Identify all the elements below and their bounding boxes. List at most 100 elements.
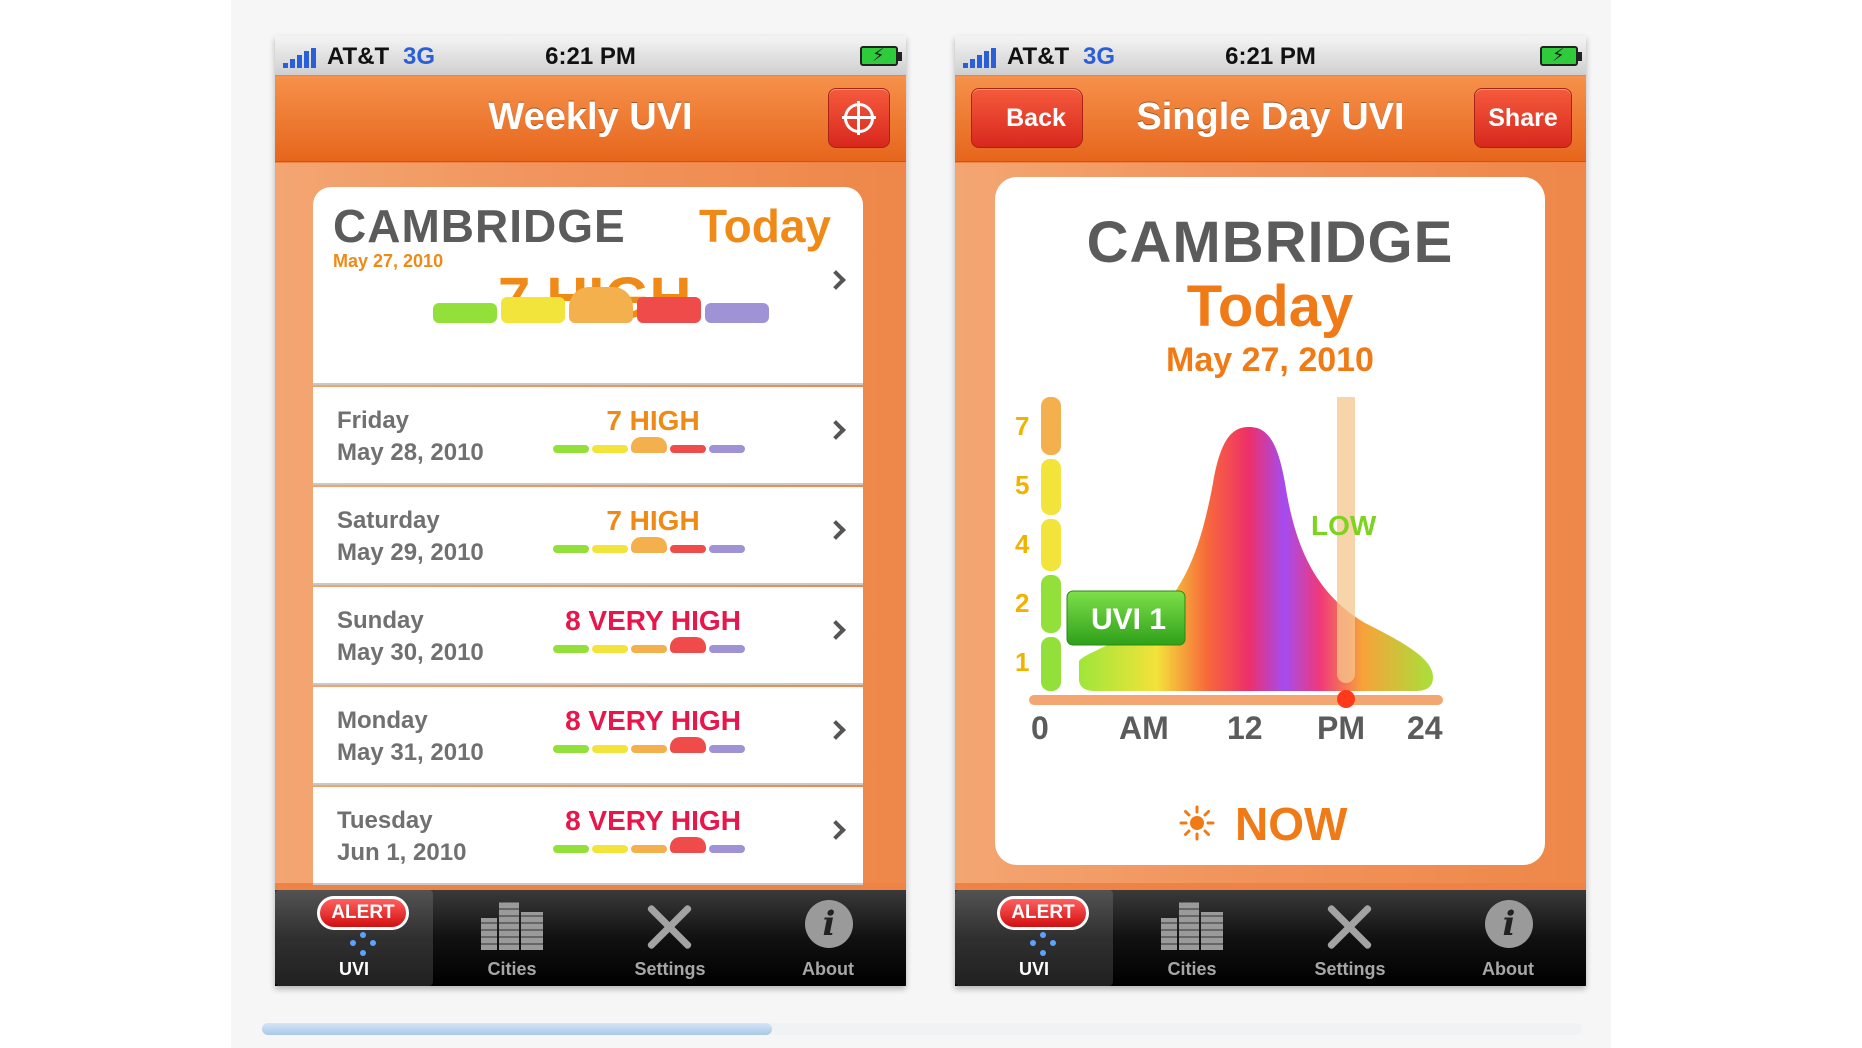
day-name: Tuesday	[337, 807, 433, 834]
uvi-scale-segment	[709, 845, 745, 853]
clock: 6:21 PM	[545, 43, 636, 70]
uvi-scale-segment	[553, 645, 589, 653]
tools-icon	[639, 900, 699, 954]
uvi-scale-segment	[709, 745, 745, 753]
tab-label: About	[1482, 959, 1534, 979]
chevron-right-icon	[826, 270, 846, 290]
uvi-scale-segment	[670, 445, 706, 453]
day-name: Monday	[337, 707, 428, 734]
day-date: May 28, 2010	[337, 439, 484, 466]
y-tick: 5	[1015, 470, 1029, 500]
locate-button[interactable]	[828, 88, 890, 148]
uvi-scale-segment	[592, 645, 628, 653]
chevron-right-icon	[826, 620, 846, 640]
share-button[interactable]: Share	[1474, 88, 1572, 148]
day-name: Friday	[337, 407, 410, 434]
battery-icon: ⚡	[1540, 45, 1582, 66]
alert-badge: ALERT	[317, 896, 409, 930]
uvi-scale-segment	[569, 287, 633, 323]
info-icon: i	[1485, 900, 1533, 948]
x-axis	[1029, 695, 1443, 705]
uvi-scale-segment	[631, 437, 667, 453]
uvi-day-chart: 7 5 4 2 1 LOW UVI 1 0 AM 12 PM 24	[1015, 397, 1443, 746]
uvi-scale-segment	[670, 837, 706, 853]
day-row[interactable]: Tuesday Jun 1, 2010 8 VERY HIGH	[313, 787, 863, 885]
day-uvi: 8 VERY HIGH	[565, 605, 741, 636]
chevron-right-icon	[826, 820, 846, 840]
x-tick: AM	[1119, 710, 1169, 746]
uvi-scale-segment	[553, 745, 589, 753]
status-bar: AT&T 3G 6:21 PM ⚡	[275, 36, 906, 76]
weekly-uvi-screen: AT&T 3G 6:21 PM ⚡ Weekly UVI CAMBRIDGE T…	[275, 36, 906, 986]
horizontal-scrollbar[interactable]	[262, 1023, 1582, 1035]
tab-label: Cities	[487, 959, 537, 979]
day-row[interactable]: Friday May 28, 2010 7 HIGH	[313, 387, 863, 485]
scrollbar-thumb[interactable]	[262, 1023, 772, 1035]
tab-uvi[interactable]: ALERT UVI	[955, 890, 1113, 986]
uvi-scale-segment	[631, 845, 667, 853]
tab-settings[interactable]: Settings	[1271, 890, 1429, 986]
scale-bar-1	[1041, 637, 1061, 691]
x-tick: 24	[1407, 710, 1443, 746]
uvi-scale-segment	[709, 645, 745, 653]
day-row[interactable]: Monday May 31, 2010 8 VERY HIGH	[313, 687, 863, 785]
day-name: Sunday	[337, 607, 424, 634]
day-date: May 29, 2010	[337, 539, 484, 566]
buildings-icon	[481, 902, 543, 950]
tab-label: UVI	[338, 959, 369, 979]
day-date: Jun 1, 2010	[337, 839, 467, 866]
day-uvi: 8 VERY HIGH	[565, 705, 741, 736]
scale-bar-2	[1041, 575, 1061, 633]
city-name: CAMBRIDGE	[1086, 210, 1454, 275]
scale-bar-7	[1041, 397, 1061, 455]
uvi-scale-segment	[433, 303, 497, 323]
battery-icon: ⚡	[860, 45, 902, 66]
tab-uvi[interactable]: ALERT UVI	[275, 890, 433, 986]
day-name: Saturday	[337, 507, 440, 534]
tab-label: About	[802, 959, 854, 979]
tab-cities[interactable]: Cities	[433, 890, 591, 986]
uvi-scale-segment	[553, 845, 589, 853]
now-label: NOW	[1235, 798, 1348, 850]
tab-label: Settings	[1314, 959, 1386, 979]
uvi-scale-segment	[592, 545, 628, 553]
x-tick: 12	[1227, 710, 1263, 746]
back-label: Back	[1006, 104, 1066, 132]
day-row[interactable]: Saturday May 29, 2010 7 HIGH	[313, 487, 863, 585]
buildings-icon	[1161, 902, 1223, 950]
today-label: Today	[698, 200, 831, 252]
day-date: May 30, 2010	[337, 639, 484, 666]
today-date: May 27, 2010	[333, 251, 444, 271]
y-tick: 2	[1015, 588, 1029, 618]
day-card: CAMBRIDGE Today May 27, 2010 7 5 4 2 1 L…	[995, 177, 1545, 865]
today-label: Today	[1186, 274, 1354, 339]
y-tick: 4	[1015, 529, 1030, 559]
clock: 6:21 PM	[1225, 43, 1316, 70]
x-tick: 0	[1031, 710, 1049, 746]
uvi-scale-segment	[670, 637, 706, 653]
uvi-scale-segment	[592, 845, 628, 853]
current-level-label: LOW	[1311, 510, 1377, 541]
day-uvi: 7 HIGH	[606, 405, 700, 436]
uvi-scale-segment	[592, 745, 628, 753]
day-row[interactable]: Sunday May 30, 2010 8 VERY HIGH	[313, 587, 863, 685]
tab-bar: ALERT UVI Cities Settings i About	[275, 890, 906, 986]
scale-bar-4	[1041, 519, 1061, 571]
tab-cities[interactable]: Cities	[1113, 890, 1271, 986]
uvi-curve	[1079, 427, 1433, 691]
single-day-uvi-screen: AT&T 3G 6:21 PM ⚡ Single Day UVI Back Sh…	[955, 36, 1586, 986]
uvi-scale-segment	[631, 645, 667, 653]
tab-settings[interactable]: Settings	[591, 890, 749, 986]
current-uvi-text: UVI 1	[1091, 603, 1166, 636]
tab-about[interactable]: i About	[1429, 890, 1586, 986]
tab-label: UVI	[1018, 959, 1049, 979]
day-date: May 27, 2010	[1166, 341, 1374, 379]
day-uvi: 8 VERY HIGH	[565, 805, 741, 836]
y-tick: 7	[1015, 411, 1029, 441]
tab-label: Cities	[1167, 959, 1217, 979]
back-button[interactable]: Back	[971, 88, 1083, 148]
tab-about[interactable]: i About	[749, 890, 906, 986]
now-sun-marker	[1337, 690, 1355, 708]
sun-icon	[350, 932, 376, 958]
today-card[interactable]: CAMBRIDGE Today May 27, 2010 7 HIGH	[313, 187, 863, 385]
